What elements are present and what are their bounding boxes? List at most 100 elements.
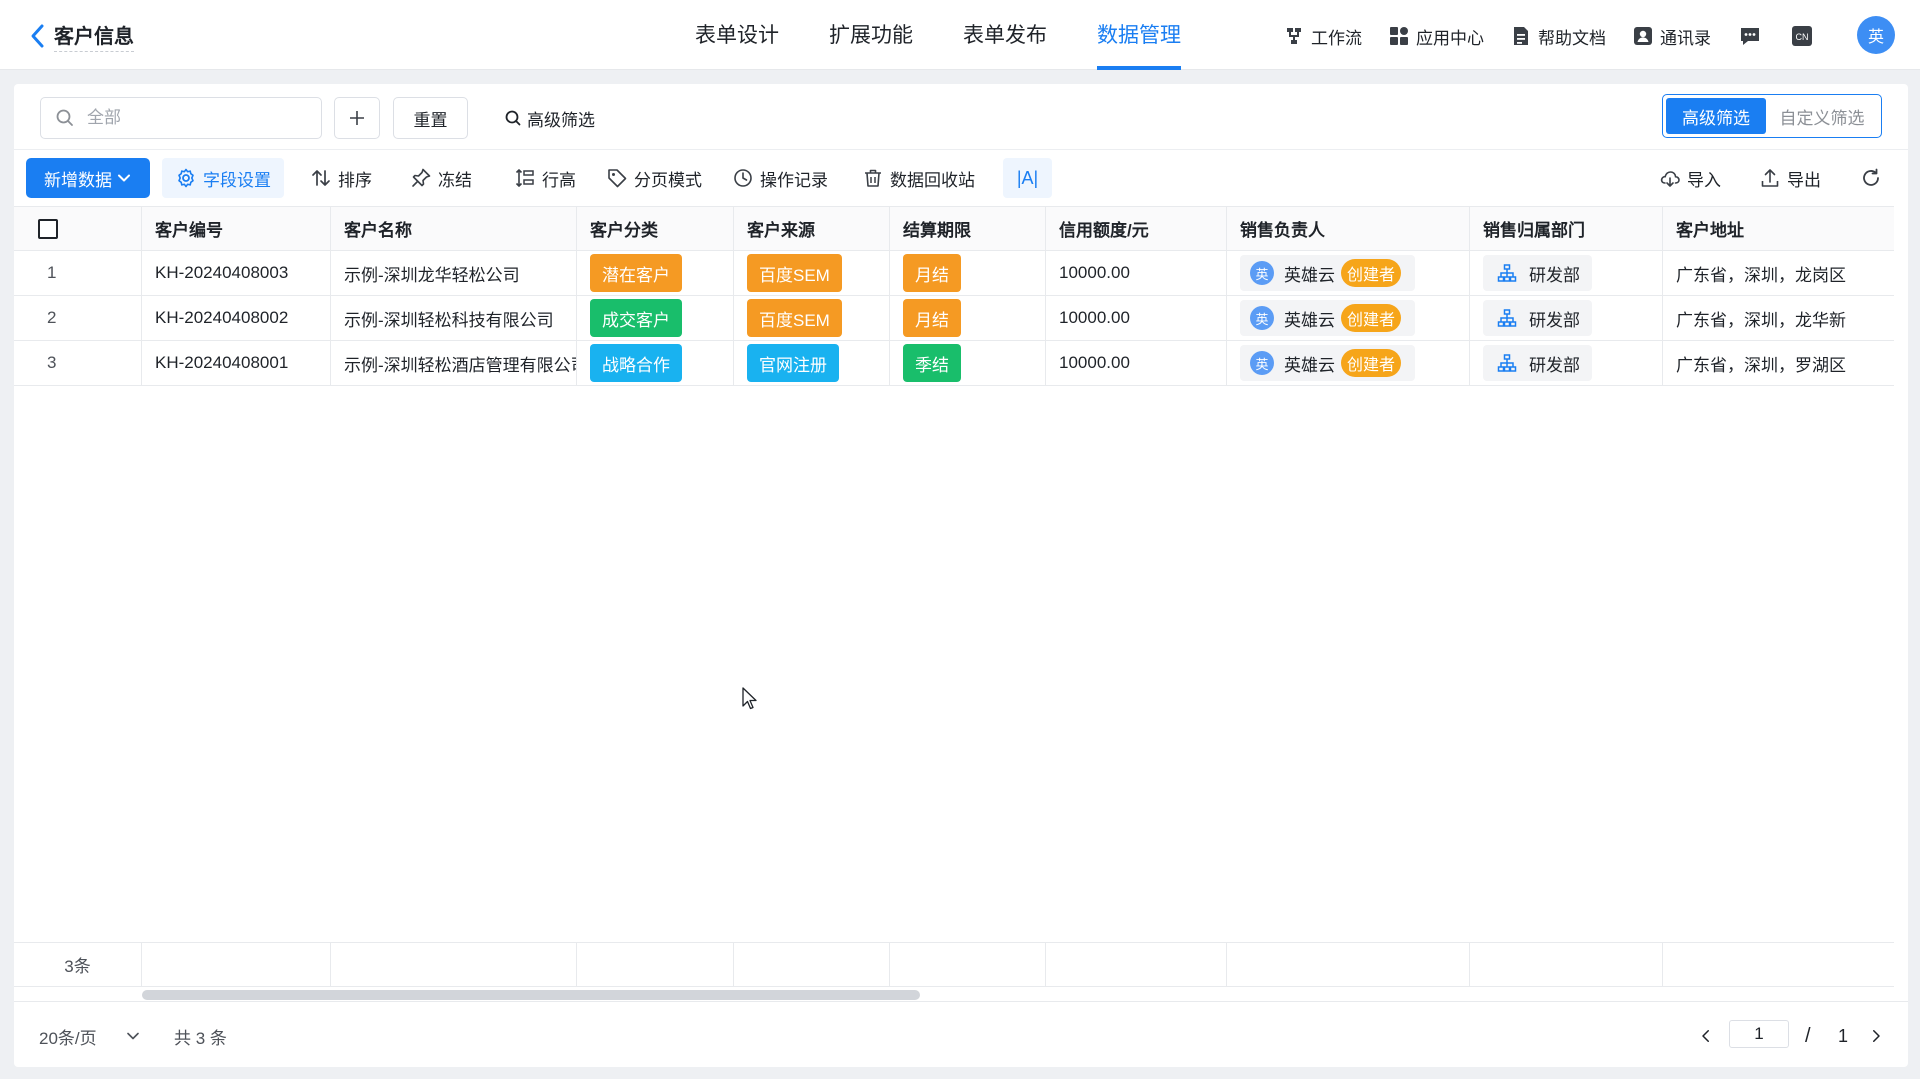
mouse-cursor-icon xyxy=(742,687,757,710)
filter-bar: 重置 高级筛选 高级筛选 自定义筛选 xyxy=(14,84,1908,150)
recycle-bin-label: 数据回收站 xyxy=(890,170,975,190)
source-cell: 百度SEM xyxy=(734,296,890,340)
category-cell: 潜在客户 xyxy=(577,251,734,295)
table-summary-row: 3条 xyxy=(14,942,1894,987)
field-settings-label: 字段设置 xyxy=(203,170,271,190)
chat-bubble-icon xyxy=(1741,28,1759,45)
refresh-button[interactable] xyxy=(1860,158,1888,198)
category-tag: 成交客户 xyxy=(590,299,682,337)
next-page-button[interactable] xyxy=(1864,1024,1888,1048)
document-icon xyxy=(1514,27,1528,45)
language-button[interactable]: CN xyxy=(1789,23,1815,49)
tab-form-design[interactable]: 表单设计 xyxy=(695,0,779,70)
export-button[interactable]: 导出 xyxy=(1759,158,1821,198)
sales-owner-name: 英雄云 xyxy=(1284,310,1335,330)
messages-button[interactable] xyxy=(1737,23,1763,49)
settlement-cell: 季结 xyxy=(890,341,1046,385)
upload-icon xyxy=(1761,169,1779,187)
table-row[interactable]: 1 KH-20240408003 示例-深圳龙华轻松公司 潜在客户 百度SEM … xyxy=(14,251,1894,296)
segment-advanced-filter[interactable]: 高级筛选 xyxy=(1666,98,1766,134)
page-separator: / xyxy=(1805,1025,1811,1047)
user-avatar[interactable]: 英 xyxy=(1857,16,1895,54)
sort-arrows-icon xyxy=(312,170,330,186)
creator-badge: 创建者 xyxy=(1341,349,1402,377)
page-size-select[interactable]: 20条/页 xyxy=(39,1020,141,1052)
horizontal-scrollbar[interactable] xyxy=(142,990,920,1000)
select-all-checkbox[interactable] xyxy=(38,218,58,239)
add-data-button[interactable]: 新增数据 xyxy=(26,158,150,198)
tab-extensions[interactable]: 扩展功能 xyxy=(829,0,913,70)
department-cell: 研发部 xyxy=(1470,251,1663,295)
sales-owner-cell: 英 英雄云 创建者 xyxy=(1227,296,1470,340)
department-name: 研发部 xyxy=(1529,310,1580,330)
sort-button[interactable]: 排序 xyxy=(310,158,372,198)
pagination-bar: 20条/页 共 3 条 / 1 xyxy=(14,1001,1908,1067)
creator-badge: 创建者 xyxy=(1341,259,1402,287)
freeze-button[interactable]: 冻结 xyxy=(410,158,472,198)
credit-limit: 10000.00 xyxy=(1046,341,1227,385)
department-cell: 研发部 xyxy=(1470,296,1663,340)
workflow-link[interactable]: 工作流 xyxy=(1283,24,1362,49)
column-header[interactable]: 客户编号 xyxy=(142,207,331,250)
department-chip: 研发部 xyxy=(1483,345,1592,381)
table-row[interactable]: 3 KH-20240408001 示例-深圳轻松酒店管理有限公司 战略合作 官网… xyxy=(14,341,1894,386)
recycle-bin-button[interactable]: 数据回收站 xyxy=(862,158,975,198)
sort-label: 排序 xyxy=(338,170,372,190)
org-chart-icon xyxy=(1497,354,1517,372)
total-count: 共 3 条 xyxy=(174,1028,227,1048)
customer-code: KH-20240408002 xyxy=(142,296,331,340)
search-box[interactable] xyxy=(40,97,322,139)
row-height-button[interactable]: 行高 xyxy=(514,158,576,198)
department-chip: 研发部 xyxy=(1483,255,1592,291)
category-tag: 战略合作 xyxy=(590,344,682,382)
column-header[interactable]: 信用额度/元 xyxy=(1046,207,1227,250)
help-docs-label: 帮助文档 xyxy=(1538,28,1606,48)
column-header[interactable]: 客户来源 xyxy=(734,207,890,250)
contacts-link[interactable]: 通讯录 xyxy=(1632,24,1711,49)
column-header[interactable]: 结算期限 xyxy=(890,207,1046,250)
column-header[interactable]: 客户分类 xyxy=(577,207,734,250)
customer-code: KH-20240408001 xyxy=(142,341,331,385)
column-header[interactable]: 客户名称 xyxy=(331,207,577,250)
user-chip: 英 英雄云 创建者 xyxy=(1240,300,1416,336)
department-name: 研发部 xyxy=(1529,355,1580,375)
field-settings-button[interactable]: 字段设置 xyxy=(162,158,284,198)
column-header[interactable]: 客户地址 xyxy=(1663,207,1894,250)
tab-data-management[interactable]: 数据管理 xyxy=(1097,0,1181,70)
operation-log-button[interactable]: 操作记录 xyxy=(732,158,828,198)
header-select-cell xyxy=(14,207,142,250)
row-height-label: 行高 xyxy=(542,170,576,190)
gear-icon xyxy=(178,168,194,188)
search-input[interactable] xyxy=(87,108,307,128)
prev-page-button[interactable] xyxy=(1694,1024,1718,1048)
source-tag: 百度SEM xyxy=(747,299,842,337)
row-count: 3条 xyxy=(14,943,142,986)
column-header[interactable]: 销售负责人 xyxy=(1227,207,1470,250)
reset-button[interactable]: 重置 xyxy=(393,97,468,139)
page-number-input[interactable] xyxy=(1729,1020,1789,1048)
nav-tabs: 表单设计 扩展功能 表单发布 数据管理 xyxy=(695,0,1231,70)
customer-address: 广东省，深圳，罗湖区 xyxy=(1676,355,1846,375)
column-header[interactable]: 销售归属部门 xyxy=(1470,207,1663,250)
workflow-icon xyxy=(1287,28,1301,44)
segment-custom-filter[interactable]: 自定义筛选 xyxy=(1766,98,1878,134)
tab-form-publish[interactable]: 表单发布 xyxy=(963,0,1047,70)
row-index: 1 xyxy=(14,251,142,295)
department-name: 研发部 xyxy=(1529,265,1580,285)
search-icon xyxy=(505,110,521,126)
table-row[interactable]: 2 KH-20240408002 示例-深圳轻松科技有限公司 成交客户 百度SE… xyxy=(14,296,1894,341)
sales-owner-name: 英雄云 xyxy=(1284,355,1335,375)
import-button[interactable]: 导入 xyxy=(1659,158,1721,198)
page-mode-button[interactable]: 分页模式 xyxy=(606,158,702,198)
app-center-link[interactable]: 应用中心 xyxy=(1388,24,1484,49)
advanced-filter-link[interactable]: 高级筛选 xyxy=(504,97,595,139)
credit-limit: 10000.00 xyxy=(1046,251,1227,295)
workflow-label: 工作流 xyxy=(1311,28,1362,48)
back-button[interactable]: 客户信息 xyxy=(28,20,134,52)
add-filter-button[interactable] xyxy=(334,97,380,139)
summary-cell xyxy=(142,943,331,986)
data-toolbar: 新增数据 字段设置 排序 冻结 行高 分页模式 操作记录 数据回收站 |A| 导… xyxy=(14,150,1908,206)
font-size-toggle[interactable]: |A| xyxy=(1003,158,1052,198)
help-docs-link[interactable]: 帮助文档 xyxy=(1510,24,1606,49)
summary-cell xyxy=(1663,943,1894,986)
